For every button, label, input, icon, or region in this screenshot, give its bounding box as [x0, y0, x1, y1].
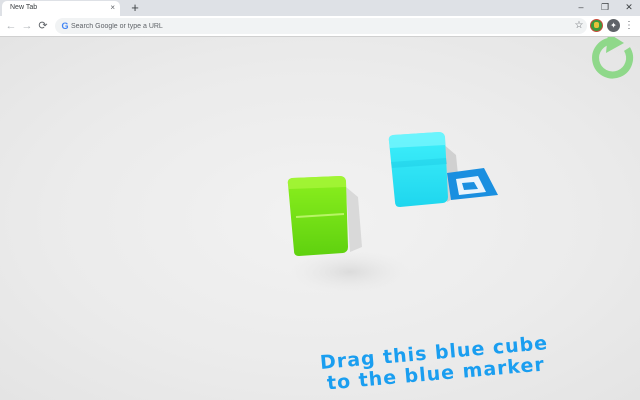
profile-avatar-icon[interactable]: [590, 19, 603, 32]
minimize-button[interactable]: –: [574, 1, 588, 14]
address-input[interactable]: [71, 19, 551, 33]
restore-button[interactable]: ❐: [598, 1, 612, 14]
new-tab-button[interactable]: +: [128, 1, 142, 15]
browser-toolbar: ← → ⟳ G: [0, 16, 640, 37]
green-cube-reflection: [290, 250, 410, 294]
back-button[interactable]: ←: [4, 19, 18, 33]
tab-new-tab[interactable]: New Tab ×: [2, 1, 120, 16]
green-cube-shadow: [346, 187, 362, 252]
omnibox[interactable]: G: [55, 18, 587, 34]
close-window-button[interactable]: ✕: [622, 1, 636, 14]
tab-title: New Tab: [10, 4, 38, 11]
reload-button[interactable]: ⟳: [36, 19, 50, 33]
google-icon: G: [61, 21, 69, 31]
tab-strip: New Tab × + – ❐ ✕: [0, 0, 640, 16]
blue-marker: [447, 168, 498, 200]
green-cube[interactable]: [287, 176, 348, 256]
restart-icon[interactable]: [592, 37, 634, 79]
extensions-puzzle-icon[interactable]: ✦: [607, 19, 620, 32]
bookmark-star-icon[interactable]: ☆: [573, 19, 585, 33]
forward-button[interactable]: →: [20, 19, 34, 33]
tab-close-icon[interactable]: ×: [110, 3, 115, 13]
game-canvas[interactable]: Drag this blue cube to the blue marker: [0, 37, 640, 400]
blue-cube[interactable]: [388, 132, 448, 207]
browser-menu-icon[interactable]: ⋮: [624, 19, 634, 33]
